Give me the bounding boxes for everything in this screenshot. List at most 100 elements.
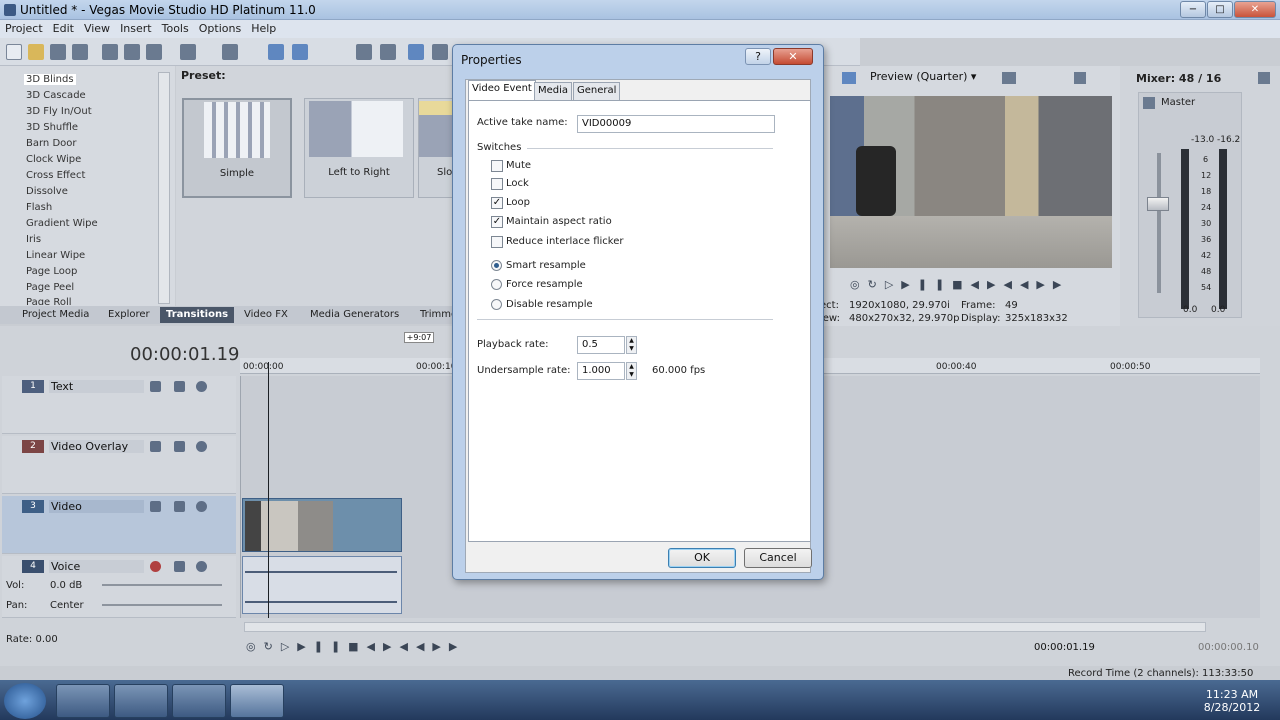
playback-rate-field[interactable]: 0.5 [577, 336, 625, 354]
track-fx-icon[interactable] [174, 561, 185, 572]
clock[interactable]: 11:23 AM 8/28/2012 [1200, 688, 1264, 714]
menu-project[interactable]: Project [0, 20, 48, 35]
pan-slider[interactable] [102, 604, 222, 606]
smart-resample-radio[interactable] [491, 260, 502, 271]
track-motion-icon[interactable] [150, 441, 161, 452]
menu-tools[interactable]: Tools [157, 20, 194, 35]
reduce-flicker-checkbox[interactable] [491, 236, 503, 248]
new-icon[interactable] [6, 44, 22, 60]
undo-icon[interactable] [180, 44, 196, 60]
menu-insert[interactable]: Insert [115, 20, 157, 35]
track-name[interactable]: Voice [49, 560, 144, 573]
paste-icon[interactable] [146, 44, 162, 60]
transition-item[interactable]: Linear Wipe [26, 250, 85, 261]
track-fx-icon[interactable] [174, 501, 185, 512]
track-motion-icon[interactable] [150, 501, 161, 512]
track-video[interactable]: 3 Video [2, 496, 236, 554]
menu-view[interactable]: View [79, 20, 115, 35]
mute-icon[interactable] [196, 381, 207, 392]
track-voice[interactable]: 4 Voice Vol: 0.0 dB Pan: Center [2, 556, 236, 618]
ok-button[interactable]: OK [668, 548, 736, 568]
playhead[interactable] [268, 362, 269, 618]
transition-item[interactable]: 3D Cascade [26, 90, 86, 101]
tab-media-generators[interactable]: Media Generators [310, 309, 399, 320]
transition-item[interactable]: Iris [26, 234, 41, 245]
audio-event[interactable] [242, 556, 402, 614]
mute-icon[interactable] [196, 561, 207, 572]
lock-envelopes-icon[interactable] [408, 44, 424, 60]
properties-icon[interactable] [72, 44, 88, 60]
ripple-icon[interactable] [380, 44, 396, 60]
copy-icon[interactable] [124, 44, 140, 60]
mute-icon[interactable] [196, 501, 207, 512]
vegas-taskbar-icon[interactable] [230, 684, 284, 718]
auto-crossfade-icon[interactable] [432, 44, 448, 60]
menu-help[interactable]: Help [246, 20, 281, 35]
maximize-button[interactable]: □ [1207, 1, 1233, 18]
tab-transitions[interactable]: Transitions [160, 307, 235, 323]
track-name[interactable]: Text [49, 380, 144, 393]
transition-item[interactable]: 3D Fly In/Out [26, 106, 92, 117]
cursor-time-field[interactable]: 00:00:01.19 [1034, 642, 1100, 656]
tab-media[interactable]: Media [534, 82, 573, 100]
preset-thumbnail[interactable]: Left to Right [304, 98, 414, 198]
force-resample-radio[interactable] [491, 279, 502, 290]
snapping-icon[interactable] [356, 44, 372, 60]
envelope-tool-icon[interactable] [292, 44, 308, 60]
end-time-field[interactable]: 00:00:00.10 [1198, 642, 1278, 656]
transition-item[interactable]: Cross Effect [26, 170, 85, 181]
vol-slider[interactable] [102, 584, 222, 586]
track-fx-icon[interactable] [174, 441, 185, 452]
transition-item[interactable]: 3D Shuffle [26, 122, 78, 133]
save-icon[interactable] [50, 44, 66, 60]
minimize-button[interactable]: − [1180, 1, 1206, 18]
playback-rate-spinner[interactable]: ▲ ▼ [626, 336, 637, 354]
timeline-scrollbar[interactable] [244, 622, 1206, 632]
mute-checkbox[interactable] [491, 160, 503, 172]
dialog-close-button[interactable]: ✕ [773, 48, 813, 65]
transition-item[interactable]: Page Loop [26, 266, 77, 277]
preview-quality-dropdown[interactable]: Preview (Quarter) ▾ [870, 70, 976, 83]
transition-item[interactable]: Flash [26, 202, 52, 213]
undersample-spinner[interactable]: ▲ ▼ [626, 362, 637, 380]
transition-item[interactable]: Gradient Wipe [26, 218, 98, 229]
cancel-button[interactable]: Cancel [744, 548, 812, 568]
disable-resample-radio[interactable] [491, 299, 502, 310]
track-fx-icon[interactable] [174, 381, 185, 392]
open-icon[interactable] [28, 44, 44, 60]
mixer-menu-icon[interactable] [1258, 72, 1270, 84]
tab-project-media[interactable]: Project Media [22, 309, 89, 320]
transition-item[interactable]: 3D Blinds [24, 74, 76, 85]
master-fx-icon[interactable] [1143, 97, 1155, 109]
start-button[interactable] [4, 683, 46, 719]
list-scrollbar[interactable] [158, 72, 170, 304]
track-motion-icon[interactable] [150, 381, 161, 392]
transition-item[interactable]: Dissolve [26, 186, 68, 197]
master-fader[interactable] [1147, 197, 1169, 211]
record-arm-icon[interactable] [150, 561, 161, 572]
mute-icon[interactable] [196, 441, 207, 452]
help-button[interactable]: ? [745, 48, 771, 65]
chrome-taskbar-icon[interactable] [172, 684, 226, 718]
loop-checkbox[interactable]: ✓ [491, 197, 503, 209]
media-player-taskbar-icon[interactable] [114, 684, 168, 718]
active-take-field[interactable]: VID00009 [577, 115, 775, 133]
track-name[interactable]: Video Overlay [49, 440, 144, 453]
track-name[interactable]: Video [49, 500, 144, 513]
menu-edit[interactable]: Edit [48, 20, 79, 35]
undersample-field[interactable]: 1.000 [577, 362, 625, 380]
preset-thumbnail[interactable]: Simple [182, 98, 292, 198]
tab-video-event[interactable]: Video Event [468, 80, 536, 101]
track-text[interactable]: 1 Text [2, 376, 236, 434]
video-event[interactable] [242, 498, 402, 552]
explorer-taskbar-icon[interactable] [56, 684, 110, 718]
edit-tool-icon[interactable] [268, 44, 284, 60]
redo-icon[interactable] [222, 44, 238, 60]
lock-checkbox[interactable] [491, 178, 503, 190]
preview-settings-icon[interactable] [842, 72, 856, 84]
menu-options[interactable]: Options [194, 20, 246, 35]
transition-item[interactable]: Clock Wipe [26, 154, 81, 165]
overlays-icon[interactable] [1002, 72, 1016, 84]
tab-explorer[interactable]: Explorer [108, 309, 150, 320]
maintain-aspect-checkbox[interactable]: ✓ [491, 216, 503, 228]
